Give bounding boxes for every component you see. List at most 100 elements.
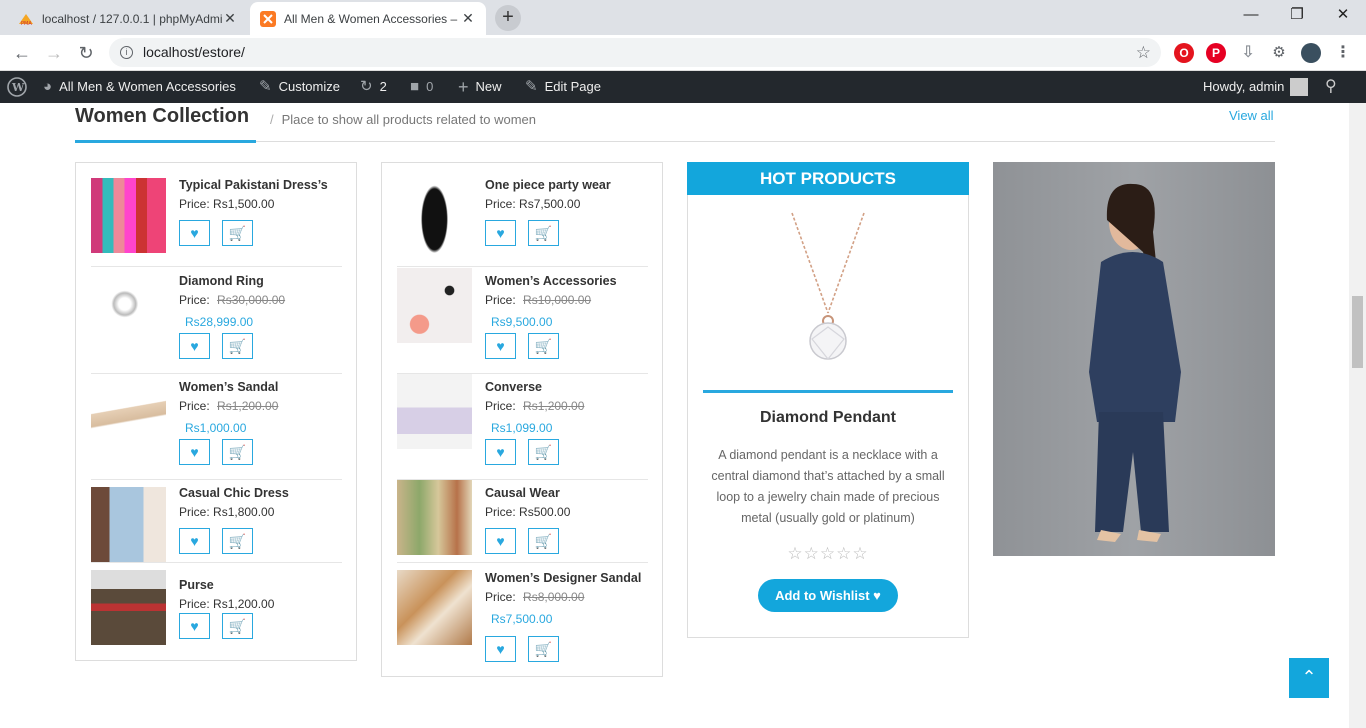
extensions-puzzle-icon[interactable]: ⚙ — [1269, 43, 1289, 63]
customize-label: Customize — [278, 79, 340, 94]
admin-site-name[interactable]: ◕ All Men & Women Accessories — [43, 71, 236, 103]
url-text: localhost/estore/ — [143, 44, 245, 60]
hot-products-heading: HOT PRODUCTS — [687, 162, 969, 195]
forward-icon[interactable]: → — [42, 41, 66, 65]
opera-extension-icon[interactable]: O — [1174, 43, 1194, 63]
admin-search-icon[interactable]: ⚲ — [1325, 71, 1337, 103]
comments-count: 0 — [426, 79, 434, 94]
hot-product-name[interactable]: Diamond Pendant — [687, 409, 969, 427]
product-price: Price: Rs500.00 — [485, 505, 571, 519]
product-image[interactable] — [91, 487, 166, 562]
wishlist-heart-icon[interactable]: ♥ — [485, 333, 516, 359]
product-name[interactable]: Converse — [485, 380, 542, 394]
wishlist-heart-icon[interactable]: ♥ — [485, 439, 516, 465]
diamond-pendant-image[interactable] — [760, 205, 900, 365]
wishlist-heart-icon[interactable]: ♥ — [179, 613, 210, 639]
add-to-cart-icon[interactable]: 🛒 — [528, 333, 559, 359]
product-image[interactable] — [397, 374, 472, 449]
product-name[interactable]: Typical Pakistani Dress’s — [179, 178, 328, 192]
product-name[interactable]: Causal Wear — [485, 486, 560, 500]
scrollbar-thumb[interactable] — [1352, 296, 1363, 368]
product-image[interactable] — [91, 178, 166, 253]
edit-page-label: Edit Page — [544, 79, 601, 94]
download-extension-icon[interactable]: ⇩ — [1238, 43, 1258, 63]
admin-account[interactable]: Howdy, admin — [1203, 71, 1309, 103]
wishlist-heart-icon[interactable]: ♥ — [485, 636, 516, 662]
product-image[interactable] — [397, 178, 472, 253]
close-window-icon[interactable]: ✕ — [1320, 0, 1366, 30]
admin-edit-page[interactable]: ✎ Edit Page — [525, 71, 601, 103]
site-info-icon[interactable]: i — [120, 46, 133, 59]
updates-icon: ↻ — [360, 78, 373, 95]
add-to-cart-icon[interactable]: 🛒 — [528, 528, 559, 554]
pinterest-extension-icon[interactable]: P — [1206, 43, 1226, 63]
wishlist-heart-icon[interactable]: ♥ — [179, 439, 210, 465]
comment-icon: ■ — [410, 78, 420, 95]
wordpress-logo-icon[interactable]: W — [7, 71, 27, 103]
product-name[interactable]: Women’s Designer Sandal — [485, 571, 641, 585]
wishlist-heart-icon[interactable]: ♥ — [179, 528, 210, 554]
address-bar[interactable]: i localhost/estore/ ☆ — [109, 38, 1161, 67]
product-image[interactable] — [91, 274, 166, 349]
bookmark-star-icon[interactable]: ☆ — [1136, 38, 1151, 67]
wishlist-heart-icon[interactable]: ♥ — [485, 528, 516, 554]
restore-icon[interactable]: ❐ — [1274, 0, 1320, 30]
wishlist-heart-icon[interactable]: ♥ — [485, 220, 516, 246]
close-tab-icon[interactable]: ✕ — [460, 10, 476, 27]
product-name[interactable]: Women’s Sandal — [179, 380, 278, 394]
minimize-icon[interactable]: — — [1228, 0, 1274, 30]
add-to-cart-icon[interactable]: 🛒 — [222, 333, 253, 359]
product-image[interactable] — [397, 480, 472, 555]
tab-title: localhost / 127.0.0.1 | phpMyAdmin — [42, 11, 222, 26]
hot-product-description: A diamond pendant is a necklace with a c… — [711, 448, 945, 525]
product-sale-price: Rs1,000.00 — [185, 421, 247, 435]
product-name[interactable]: One piece party wear — [485, 178, 611, 192]
new-tab-button[interactable]: + — [495, 5, 521, 31]
product-image[interactable] — [397, 570, 472, 645]
tab-phpmyadmin[interactable]: PMA localhost / 127.0.0.1 | phpMyAdmin ✕ — [8, 2, 248, 35]
back-icon[interactable]: ← — [10, 41, 34, 65]
product-image[interactable] — [397, 268, 472, 343]
admin-updates[interactable]: ↻ 2 — [360, 71, 387, 103]
section-separator: / — [270, 112, 274, 127]
admin-comments[interactable]: ■ 0 — [410, 71, 433, 103]
product-name[interactable]: Casual Chic Dress — [179, 486, 289, 500]
page-scrollbar[interactable] — [1349, 103, 1366, 728]
admin-customize[interactable]: ✎ Customize — [259, 71, 340, 103]
product-item: Women’s Designer Sandal Price: Rs8,000.0… — [397, 563, 648, 663]
add-to-cart-icon[interactable]: 🛒 — [528, 220, 559, 246]
product-item: Women’s Accessories Price: Rs10,000.00 R… — [397, 268, 648, 374]
women-fashion-banner-image[interactable] — [993, 162, 1275, 556]
add-to-cart-icon[interactable]: 🛒 — [222, 439, 253, 465]
product-name[interactable]: Purse — [179, 578, 214, 592]
product-name[interactable]: Women’s Accessories — [485, 274, 617, 288]
plus-icon: + — [458, 77, 469, 97]
site-name-label: All Men & Women Accessories — [59, 79, 236, 94]
view-all-link[interactable]: View all — [1229, 108, 1274, 123]
browser-menu-icon[interactable]: ⋮ — [1333, 43, 1353, 63]
product-image[interactable] — [91, 570, 166, 645]
close-tab-icon[interactable]: ✕ — [222, 10, 238, 27]
tab-estore[interactable]: All Men & Women Accessories – eStore ✕ — [250, 2, 486, 35]
add-to-cart-icon[interactable]: 🛒 — [528, 439, 559, 465]
section-subtitle: / Place to show all products related to w… — [270, 112, 536, 127]
add-to-cart-icon[interactable]: 🛒 — [528, 636, 559, 662]
product-item: Typical Pakistani Dress’s Price: Rs1,500… — [91, 178, 342, 267]
product-item: One piece party wear Price: Rs7,500.00 ♥… — [397, 178, 648, 267]
product-name[interactable]: Diamond Ring — [179, 274, 264, 288]
wishlist-heart-icon[interactable]: ♥ — [179, 220, 210, 246]
product-item: Diamond Ring Price: Rs30,000.00 Rs28,999… — [91, 268, 342, 374]
admin-new[interactable]: + New — [458, 71, 502, 103]
profile-avatar[interactable] — [1301, 43, 1321, 63]
add-to-cart-icon[interactable]: 🛒 — [222, 528, 253, 554]
add-to-wishlist-button[interactable]: Add to Wishlist ♥ — [758, 579, 898, 612]
wishlist-heart-icon[interactable]: ♥ — [179, 333, 210, 359]
product-item: Purse Price: Rs1,200.00 ♥ 🛒 — [91, 563, 342, 647]
add-to-cart-icon[interactable]: 🛒 — [222, 613, 253, 639]
product-image[interactable] — [91, 374, 166, 449]
product-sale-price: Rs28,999.00 — [185, 315, 254, 329]
xampp-favicon-icon — [260, 10, 276, 27]
back-to-top-button[interactable]: ⌃ — [1289, 658, 1329, 698]
add-to-cart-icon[interactable]: 🛒 — [222, 220, 253, 246]
reload-icon[interactable]: ↻ — [74, 41, 98, 65]
